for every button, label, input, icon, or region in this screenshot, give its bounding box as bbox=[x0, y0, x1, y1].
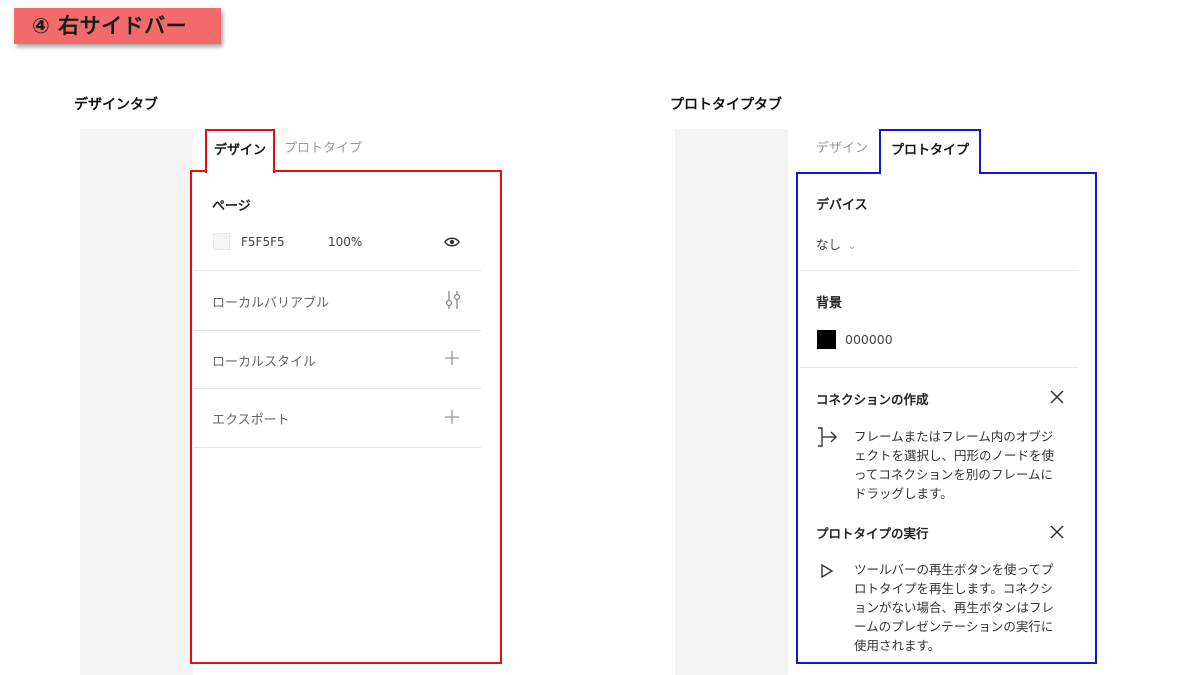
section-badge: ④ 右サイドバー bbox=[14, 8, 221, 44]
tab-design[interactable]: デザイン bbox=[205, 129, 275, 173]
design-tab-caption: デザインタブ bbox=[74, 97, 158, 113]
tab-design[interactable]: デザイン bbox=[816, 129, 868, 173]
design-highlight-frame bbox=[190, 170, 502, 664]
prototype-tab-caption: プロトタイプタブ bbox=[670, 97, 782, 113]
prototype-highlight-frame bbox=[796, 172, 1097, 664]
canvas-strip-right bbox=[675, 129, 788, 675]
canvas-strip-left bbox=[80, 129, 193, 675]
tab-prototype[interactable]: プロトタイプ bbox=[879, 129, 981, 174]
tab-prototype[interactable]: プロトタイプ bbox=[284, 129, 362, 173]
